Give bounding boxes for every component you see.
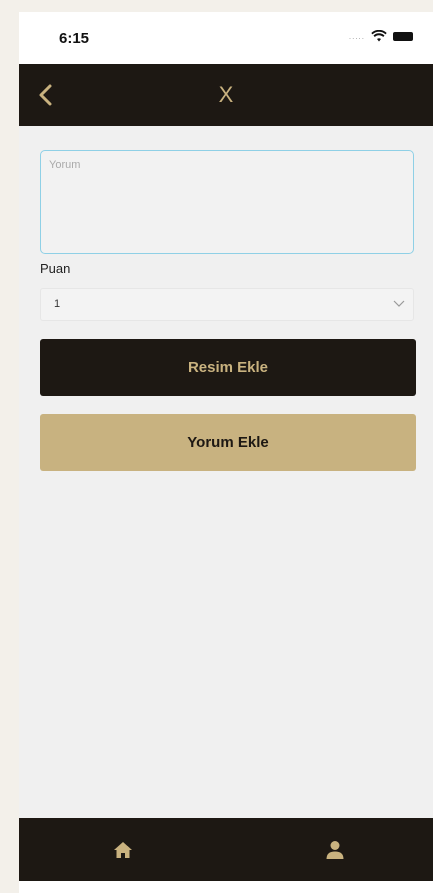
bottom-tab-bar xyxy=(19,818,433,881)
rating-select[interactable]: 1 xyxy=(40,288,414,321)
add-image-button[interactable]: Resim Ekle xyxy=(40,339,416,396)
chevron-down-icon xyxy=(393,300,405,307)
wifi-icon xyxy=(371,30,387,42)
tab-profile[interactable] xyxy=(311,818,359,881)
battery-icon xyxy=(393,31,413,41)
app-screen: 6:15 ..... X Puan 1 Resim Ekle Yorum Ekl… xyxy=(19,12,433,893)
page-title: X xyxy=(218,82,234,107)
status-bar: 6:15 ..... xyxy=(19,12,433,64)
home-icon xyxy=(114,841,132,858)
rating-selected-value: 1 xyxy=(54,298,61,310)
home-indicator-area xyxy=(19,881,433,893)
status-time: 6:15 xyxy=(59,30,90,47)
user-icon xyxy=(326,840,344,859)
tab-home[interactable] xyxy=(99,818,147,881)
nav-bar: X xyxy=(19,64,433,126)
comment-input[interactable] xyxy=(40,150,414,254)
signal-icon: ..... xyxy=(348,31,365,41)
rating-label: Puan xyxy=(40,261,71,276)
add-comment-button[interactable]: Yorum Ekle xyxy=(40,414,416,471)
status-icons: ..... xyxy=(349,30,413,42)
